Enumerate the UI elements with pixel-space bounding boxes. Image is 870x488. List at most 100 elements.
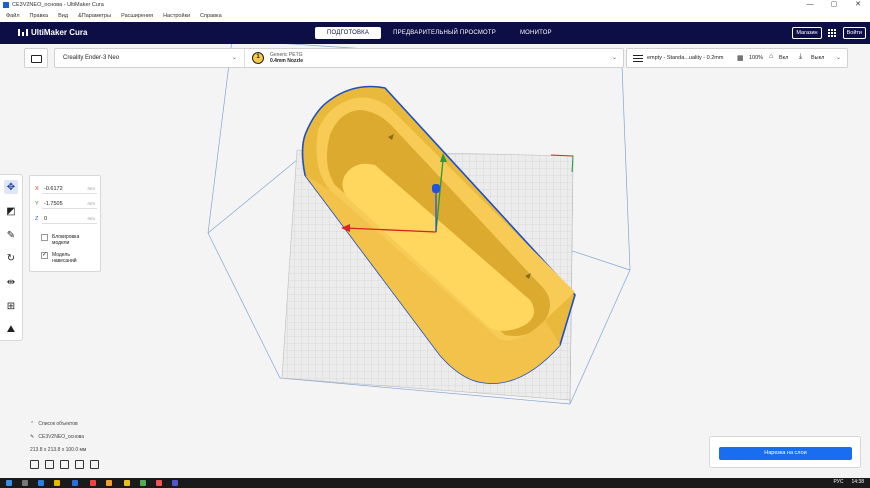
- material-selector[interactable]: Generic PETG 0.4mm Nozzle: [270, 52, 303, 64]
- header-actions: Магазин Войти: [786, 27, 866, 39]
- move-tool-icon[interactable]: ✥: [4, 180, 18, 194]
- ultimaker-logo-icon: [18, 29, 28, 36]
- title-bar: CE3V2NEO_основа - UltiMaker Cura — ▢ ✕: [0, 0, 870, 10]
- cura-taskbar-icon[interactable]: [72, 480, 78, 486]
- infill-icon: ▦: [737, 55, 744, 62]
- menu-edit[interactable]: Правка: [30, 13, 49, 19]
- object-dimensions: 213.8 x 213.8 x 100.0 мм: [30, 447, 87, 453]
- mirror-model-icon[interactable]: ⇹: [4, 275, 18, 289]
- per-model-settings-icon[interactable]: ⊞: [4, 299, 18, 313]
- app-header: UltiMaker Cura ПОДГОТОВКА ПРЕДВАРИТЕЛЬНЫ…: [0, 22, 870, 44]
- apps-grid-icon[interactable]: [827, 28, 837, 38]
- menu-view[interactable]: Вид: [58, 13, 68, 19]
- support-value: Вкл: [779, 55, 789, 61]
- stage-tabs: ПОДГОТОВКА ПРЕДВАРИТЕЛЬНЫЙ ПРОСМОТР МОНИ…: [315, 27, 564, 39]
- tab-monitor[interactable]: МОНИТОР: [508, 27, 564, 39]
- x-unit: mm: [87, 185, 96, 191]
- support-icon: ⌂: [769, 53, 774, 60]
- app-icon[interactable]: [172, 480, 178, 486]
- signin-button[interactable]: Войти: [842, 27, 866, 39]
- slice-panel: Нарезка на слои: [709, 436, 861, 468]
- tab-preview[interactable]: ПРЕДВАРИТЕЛЬНЫЙ ПРОСМОТР: [381, 27, 508, 39]
- y-row: Y -1.7505 mm: [35, 198, 97, 209]
- object-list-header: Список объектов: [38, 421, 78, 427]
- profile-name: empty - Standa...uality - 0.2mm: [647, 55, 724, 61]
- y-unit: mm: [87, 200, 96, 206]
- checkbox-unchecked-icon: [41, 234, 48, 241]
- infill-value: 100%: [749, 55, 764, 61]
- clock[interactable]: 14:38: [851, 479, 864, 485]
- minimize-button[interactable]: —: [798, 0, 822, 10]
- search-icon[interactable]: [22, 480, 28, 486]
- chevron-down-icon[interactable]: ⌄: [836, 54, 841, 61]
- start-icon[interactable]: [6, 480, 12, 486]
- lock-model-checkbox[interactable]: Блокировка модели: [41, 234, 90, 246]
- input-language[interactable]: РУС: [833, 479, 843, 485]
- rotate-tool-icon[interactable]: ↻: [4, 251, 18, 265]
- adhesion-icon: ⤓: [799, 53, 803, 60]
- move-panel: X -0.6172 mm Y -1.7505 mm Z 0 mm Блокиро…: [29, 175, 101, 272]
- os-taskbar: РУС 14:38: [0, 478, 870, 488]
- view-left-icon[interactable]: [75, 460, 84, 469]
- drop-down-model-checkbox[interactable]: ✓ Модель навесаний: [41, 252, 90, 264]
- open-file-button[interactable]: [24, 48, 48, 68]
- y-value: -1.7505: [44, 200, 63, 207]
- printer-selector[interactable]: Creality Ender-3 Neo: [63, 55, 119, 61]
- printer-selector-bar: Creality Ender-3 Neo ⌄ 1 Generic PETG 0.…: [54, 48, 624, 68]
- menu-preferences[interactable]: Настройки: [163, 13, 190, 19]
- tab-prepare[interactable]: ПОДГОТОВКА: [315, 27, 382, 39]
- build-plate-viewport[interactable]: [0, 0, 870, 488]
- chevron-down-icon[interactable]: ⌄: [232, 54, 237, 61]
- nozzle-name: 0.4mm Nozzle: [270, 58, 304, 64]
- marketplace-button[interactable]: Магазин: [792, 27, 822, 39]
- app-icon[interactable]: [156, 480, 162, 486]
- support-blocker-icon[interactable]: ⛰: [4, 322, 18, 336]
- x-input[interactable]: -0.6172 mm: [42, 184, 97, 194]
- folder-icon: [31, 55, 42, 63]
- menu-bar: Файл Правка Вид &Параметры Расширения На…: [0, 10, 870, 22]
- browser-icon[interactable]: [90, 480, 96, 486]
- tool-panel: ✥ ◩ ✎ ↻ ⇹ ⊞ ⛰: [0, 174, 23, 341]
- file-explorer-icon[interactable]: [54, 480, 60, 486]
- y-input[interactable]: -1.7505 mm: [42, 199, 97, 209]
- settings-sliders-icon: [633, 54, 643, 62]
- app-icon[interactable]: [140, 480, 146, 486]
- app-logo: UltiMaker Cura: [18, 28, 87, 37]
- slice-button[interactable]: Нарезка на слои: [719, 447, 852, 460]
- view-3d-icon[interactable]: [30, 460, 39, 469]
- extruder-spool-icon: 1: [252, 52, 264, 64]
- app-name: UltiMaker Cura: [31, 28, 88, 37]
- menu-help[interactable]: Справка: [200, 13, 222, 19]
- app-icon[interactable]: [106, 480, 112, 486]
- print-settings-bar[interactable]: empty - Standa...uality - 0.2mm ▦ 100% ⌂…: [626, 48, 848, 68]
- menu-settings[interactable]: &Параметры: [78, 13, 111, 19]
- vscode-icon[interactable]: [38, 480, 44, 486]
- close-button[interactable]: ✕: [846, 0, 870, 10]
- chevron-down-icon[interactable]: ⌄: [612, 54, 617, 61]
- checkmark-icon: ✓: [41, 252, 48, 259]
- pencil-icon: ✎: [30, 434, 35, 440]
- x-value: -0.6172: [44, 185, 63, 192]
- view-front-icon[interactable]: [45, 460, 54, 469]
- y-label: Y: [35, 200, 39, 207]
- menu-extensions[interactable]: Расширения: [121, 13, 153, 19]
- z-unit: mm: [87, 215, 96, 221]
- window-controls: — ▢ ✕: [798, 0, 870, 10]
- maximize-button[interactable]: ▢: [822, 0, 846, 10]
- z-row: Z 0 mm: [35, 213, 97, 224]
- menu-file[interactable]: Файл: [6, 13, 20, 19]
- z-input[interactable]: 0 mm: [42, 214, 97, 224]
- app-icon[interactable]: [124, 480, 130, 486]
- window-title: CE3V2NEO_основа - UltiMaker Cura: [12, 2, 104, 8]
- mirror-tool-icon[interactable]: ✎: [4, 228, 18, 242]
- view-right-icon[interactable]: [90, 460, 99, 469]
- z-value: 0: [44, 215, 48, 222]
- object-list-toggle[interactable]: ⌃ Список объектов: [30, 421, 78, 427]
- adhesion-value: Выкл: [811, 55, 825, 61]
- scale-tool-icon[interactable]: ◩: [4, 204, 18, 218]
- x-label: X: [35, 185, 39, 192]
- x-row: X -0.6172 mm: [35, 183, 97, 194]
- view-top-icon[interactable]: [60, 460, 69, 469]
- object-list-item[interactable]: ✎ CE3V2NEO_основа: [30, 434, 84, 440]
- z-label: Z: [35, 215, 39, 222]
